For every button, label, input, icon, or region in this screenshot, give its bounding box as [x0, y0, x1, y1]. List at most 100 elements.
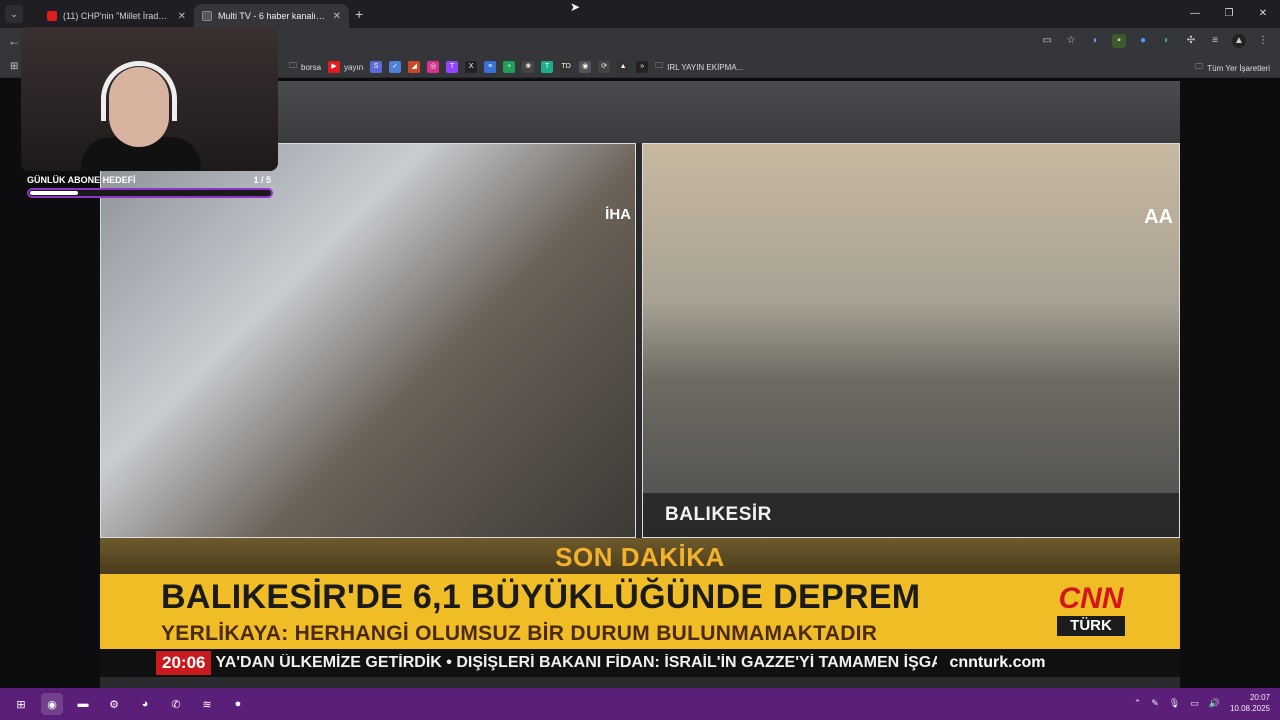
extensions-puzzle-icon[interactable]: ✣: [1184, 34, 1198, 48]
steam-icon[interactable]: ⚙: [103, 693, 125, 715]
video-player[interactable]: İHA AA BALIKESİR SON DAKİKA BALIKESİR'DE…: [100, 81, 1180, 688]
obs-icon[interactable]: ●: [227, 693, 249, 715]
bookmark-borsa[interactable]: 🗀 borsa: [289, 60, 321, 74]
windows-taskbar: ⊞ ◉ ▬ ⚙ ◕ ✆ ≋ ● ⌃ ✎ 🎙 ▭ 🔊 20:07 10.08.2025: [0, 688, 1280, 720]
subheadline-text: YERLİKAYA: HERHANGİ OLUMSUZ BİR DURUM BU…: [161, 622, 878, 645]
location-caption: BALIKESİR: [643, 493, 1179, 537]
bookmark-icon-7[interactable]: +: [503, 61, 516, 73]
youtube-favicon-icon: [47, 11, 57, 21]
chrome-icon[interactable]: ◉: [41, 693, 63, 715]
clock-date: 10.08.2025: [1229, 704, 1270, 713]
new-tab-button[interactable]: +: [355, 6, 363, 22]
youtube-icon: ▶: [328, 61, 341, 73]
folder-icon: 🗀: [1195, 62, 1204, 71]
extension-blue-icon[interactable]: ●: [1136, 34, 1150, 48]
window-controls: — ❐ ✕: [1178, 0, 1280, 28]
bookmark-label: borsa: [301, 62, 322, 72]
taskbar-clock[interactable]: 20:07 10.08.2025: [1230, 692, 1270, 714]
apps-grid-icon[interactable]: ⊞: [10, 61, 18, 72]
bookmark-icon-group: S ✓ ◢ ◎ T X ≡ + ❀ T TD ◉ ⟳ ▲»: [370, 61, 649, 73]
bookmark-yayin[interactable]: ▶ yayın: [328, 61, 363, 73]
bookmark-label: IRL YAYIN EKİPMA...: [667, 62, 744, 72]
discord-icon[interactable]: ◕: [134, 693, 156, 715]
goal-progress-bar: [27, 188, 273, 198]
tab-search-chevron-icon[interactable]: ⌄: [5, 5, 23, 23]
back-arrow-icon[interactable]: ←: [8, 34, 20, 48]
cnn-logo-text: CNN: [1058, 582, 1124, 615]
bookmark-icon-6[interactable]: ≡: [484, 61, 497, 73]
spotify-icon[interactable]: ≋: [196, 693, 218, 715]
bookmark-icon-5[interactable]: X: [465, 61, 478, 73]
taskbar-apps: ⊞ ◉ ▬ ⚙ ◕ ✆ ≋ ●: [10, 693, 249, 715]
bookmark-icon-1[interactable]: ✓: [389, 61, 402, 73]
whatsapp-icon[interactable]: ✆: [165, 693, 187, 715]
bookmark-icon-12[interactable]: ⟳: [598, 61, 611, 73]
news-ticker: 20:06 YA'DAN ÜLKEMİZE GETİRDİK • DIŞİŞLE…: [100, 649, 1180, 677]
bookmark-star-icon[interactable]: ☆: [1064, 34, 1078, 48]
file-explorer-icon[interactable]: ▬: [72, 693, 94, 715]
bookmark-icon-13[interactable]: ▲: [617, 61, 630, 73]
all-bookmarks-button[interactable]: 🗀 Tüm Yer İşaretleri: [1195, 61, 1270, 75]
system-tray: ⌃ ✎ 🎙 ▭ 🔊 20:07 10.08.2025: [1134, 692, 1270, 714]
aa-logo: AA: [1144, 206, 1173, 228]
bookmark-icon-10[interactable]: TD: [560, 61, 573, 73]
bookmark-icon-8[interactable]: ❀: [522, 61, 535, 73]
mouse-cursor-icon: ➤: [570, 0, 581, 14]
bookmark-icon-4[interactable]: T: [446, 61, 459, 73]
news-feed-left: İHA: [100, 143, 636, 538]
volume-icon[interactable]: 🔊: [1209, 698, 1220, 709]
extension-game-icon[interactable]: ▪: [1112, 34, 1126, 48]
all-bookmarks-label: Tüm Yer İşaretleri: [1207, 63, 1270, 73]
bookmark-icon-3[interactable]: ◎: [427, 61, 440, 73]
headline-text: BALIKESİR'DE 6,1 BÜYÜKLÜĞÜNDE DEPREM: [161, 578, 921, 616]
bookmark-icon-2[interactable]: ◢: [408, 61, 421, 73]
folder-icon: 🗀: [655, 61, 664, 70]
profile-avatar-icon[interactable]: ▲: [1232, 34, 1246, 48]
subscriber-goal-widget: GÜNLÜK ABONE HEDEFİ 1 / 5: [27, 175, 273, 198]
reading-list-icon[interactable]: ≡: [1208, 34, 1222, 48]
close-window-button[interactable]: ✕: [1246, 0, 1280, 28]
folder-icon: 🗀: [289, 61, 297, 70]
windows-start-icon[interactable]: ⊞: [10, 693, 32, 715]
tab-title: (11) CHP'nin "Millet İradesine S...: [63, 11, 172, 21]
webcam-overlay: [21, 27, 278, 171]
microphone-icon[interactable]: 🎙: [1169, 698, 1180, 709]
ticker-site: cnnturk.com: [949, 654, 1046, 671]
tab-youtube[interactable]: (11) CHP'nin "Millet İradesine S... ✕: [39, 4, 194, 28]
bookmark-folder-irl[interactable]: 🗀 IRL YAYIN EKİPMA...: [655, 60, 743, 74]
bookmark-icon-14[interactable]: »: [636, 61, 649, 73]
extension-audio-icon[interactable]: ◗: [1088, 34, 1102, 48]
extension-green-icon[interactable]: ◐: [1160, 34, 1174, 48]
clock-time: 20:07: [1249, 693, 1270, 702]
cnn-turk-logo: CNN TÜRK: [1057, 582, 1125, 638]
tab-strip: ⌄ (11) CHP'nin "Millet İradesine S... ✕ …: [0, 0, 1280, 28]
maximize-button[interactable]: ❐: [1212, 0, 1246, 28]
tray-chevron-icon[interactable]: ⌃: [1134, 698, 1142, 709]
cast-icon[interactable]: ▭: [1040, 34, 1054, 48]
headline-bar: BALIKESİR'DE 6,1 BÜYÜKLÜĞÜNDE DEPREM YER…: [100, 574, 1180, 649]
breaking-news-banner: SON DAKİKA: [100, 538, 1180, 574]
tab-close-icon[interactable]: ✕: [178, 11, 186, 22]
tab-multi-tv[interactable]: Multi TV - 6 haber kanalını... ✕: [194, 4, 349, 28]
news-feed-right: AA BALIKESİR: [642, 143, 1180, 538]
bookmark-icon-0[interactable]: S: [370, 61, 383, 73]
bookmark-label: yayın: [344, 62, 364, 72]
bookmarks-list: 🗀 borsa ▶ yayın S ✓ ◢ ◎ T X ≡ + ❀ T TD ◉ ⟳ ▲» 🗀 IRL Y…: [289, 60, 743, 74]
goal-label: GÜNLÜK ABONE HEDEFİ: [27, 175, 136, 185]
headphones-icon: [101, 61, 177, 121]
minimize-button[interactable]: —: [1178, 0, 1212, 28]
ticker-time: 20:06: [156, 651, 212, 675]
toolbar-actions: ▭ ☆ ◗ ▪ ● ◐ ✣ ≡ ▲ ⋮: [1040, 34, 1270, 48]
network-icon[interactable]: ▭: [1190, 698, 1199, 709]
bookmark-icon-11[interactable]: ◉: [579, 61, 592, 73]
multitv-favicon-icon: [202, 11, 212, 21]
breaking-news-label: SON DAKİKA: [555, 542, 725, 572]
pen-icon[interactable]: ✎: [1151, 698, 1159, 709]
city-label: BALIKESİR: [665, 504, 772, 525]
goal-count: 1 / 5: [253, 175, 271, 185]
ticker-text: YA'DAN ÜLKEMİZE GETİRDİK • DIŞİŞLERİ BAK…: [215, 654, 938, 671]
tab-close-icon[interactable]: ✕: [333, 11, 341, 22]
bookmark-icon-9[interactable]: T: [541, 61, 554, 73]
iha-logo: İHA: [605, 206, 631, 223]
browser-menu-icon[interactable]: ⋮: [1256, 34, 1270, 48]
